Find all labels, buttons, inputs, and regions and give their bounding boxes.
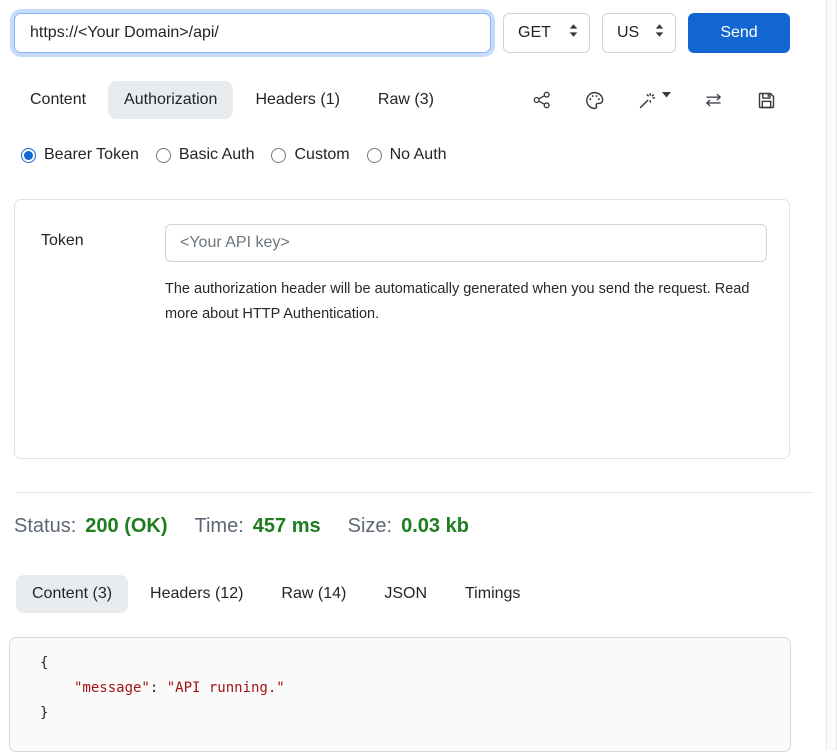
radio-no-auth[interactable]: No Auth xyxy=(367,146,447,164)
radio-label: Bearer Token xyxy=(44,146,139,164)
radio-basic-auth[interactable]: Basic Auth xyxy=(156,146,255,164)
region-select-value: US xyxy=(617,24,639,42)
tab-response-headers[interactable]: Headers (12) xyxy=(134,575,259,613)
radio-label: Custom xyxy=(294,146,349,164)
radio-bearer-token[interactable]: Bearer Token xyxy=(21,146,139,164)
radio-label: No Auth xyxy=(390,146,447,164)
tab-response-content[interactable]: Content (3) xyxy=(16,575,128,613)
updown-arrows-icon xyxy=(568,23,579,43)
radio-icon xyxy=(271,148,286,163)
json-separator: : xyxy=(150,680,167,696)
tab-response-json[interactable]: JSON xyxy=(368,575,443,613)
updown-arrows-icon xyxy=(654,23,665,43)
token-help-text: The authorization header will be automat… xyxy=(165,277,767,327)
code-line: { xyxy=(40,651,790,676)
divider xyxy=(16,492,813,493)
status-item: Status: 200 (OK) xyxy=(14,515,168,538)
radio-icon xyxy=(156,148,171,163)
code-line: } xyxy=(40,701,790,726)
token-label: Token xyxy=(41,224,165,458)
size-label: Size: xyxy=(348,515,392,538)
authorization-panel: Token The authorization header will be a… xyxy=(14,199,790,459)
swap-arrows-icon[interactable] xyxy=(703,90,724,111)
app-content: GET US Send Content Authorization Header… xyxy=(14,0,790,752)
scrollbar[interactable] xyxy=(826,0,837,750)
response-tabs: Content (3) Headers (12) Raw (14) JSON T… xyxy=(16,575,790,613)
tab-authorization[interactable]: Authorization xyxy=(108,81,233,119)
response-body: { "message": "API running." } xyxy=(9,637,791,752)
request-bar: GET US Send xyxy=(14,0,790,53)
tab-headers[interactable]: Headers (1) xyxy=(239,81,355,119)
tab-content[interactable]: Content xyxy=(14,81,102,119)
method-select[interactable]: GET xyxy=(503,13,590,53)
tab-response-timings[interactable]: Timings xyxy=(449,575,536,613)
code-line: "message": "API running." xyxy=(40,676,790,701)
size-item: Size: 0.03 kb xyxy=(348,515,469,538)
method-select-value: GET xyxy=(518,24,551,42)
radio-icon xyxy=(21,148,36,163)
time-value: 457 ms xyxy=(253,515,321,538)
chevron-down-icon xyxy=(662,92,671,98)
radio-label: Basic Auth xyxy=(179,146,255,164)
json-value: "API running." xyxy=(167,680,285,696)
url-input[interactable] xyxy=(14,13,491,53)
size-value: 0.03 kb xyxy=(401,515,469,538)
send-button[interactable]: Send xyxy=(688,13,790,53)
auth-type-options: Bearer Token Basic Auth Custom No Auth xyxy=(21,146,790,164)
token-input[interactable] xyxy=(165,224,767,262)
tab-response-raw[interactable]: Raw (14) xyxy=(265,575,362,613)
time-label: Time: xyxy=(195,515,244,538)
request-tabs: Content Authorization Headers (1) Raw (3… xyxy=(14,81,790,119)
save-icon[interactable] xyxy=(756,90,777,111)
json-key: "message" xyxy=(74,680,150,696)
region-select[interactable]: US xyxy=(602,13,676,53)
tab-raw[interactable]: Raw (3) xyxy=(362,81,450,119)
share-icon[interactable] xyxy=(532,90,552,110)
radio-custom[interactable]: Custom xyxy=(271,146,349,164)
response-status-bar: Status: 200 (OK) Time: 457 ms Size: 0.03… xyxy=(14,515,790,538)
status-value: 200 (OK) xyxy=(85,515,167,538)
palette-icon[interactable] xyxy=(584,90,605,111)
magic-wand-icon[interactable] xyxy=(637,90,671,111)
radio-icon xyxy=(367,148,382,163)
status-label: Status: xyxy=(14,515,76,538)
time-item: Time: 457 ms xyxy=(195,515,321,538)
toolbar xyxy=(532,90,790,111)
